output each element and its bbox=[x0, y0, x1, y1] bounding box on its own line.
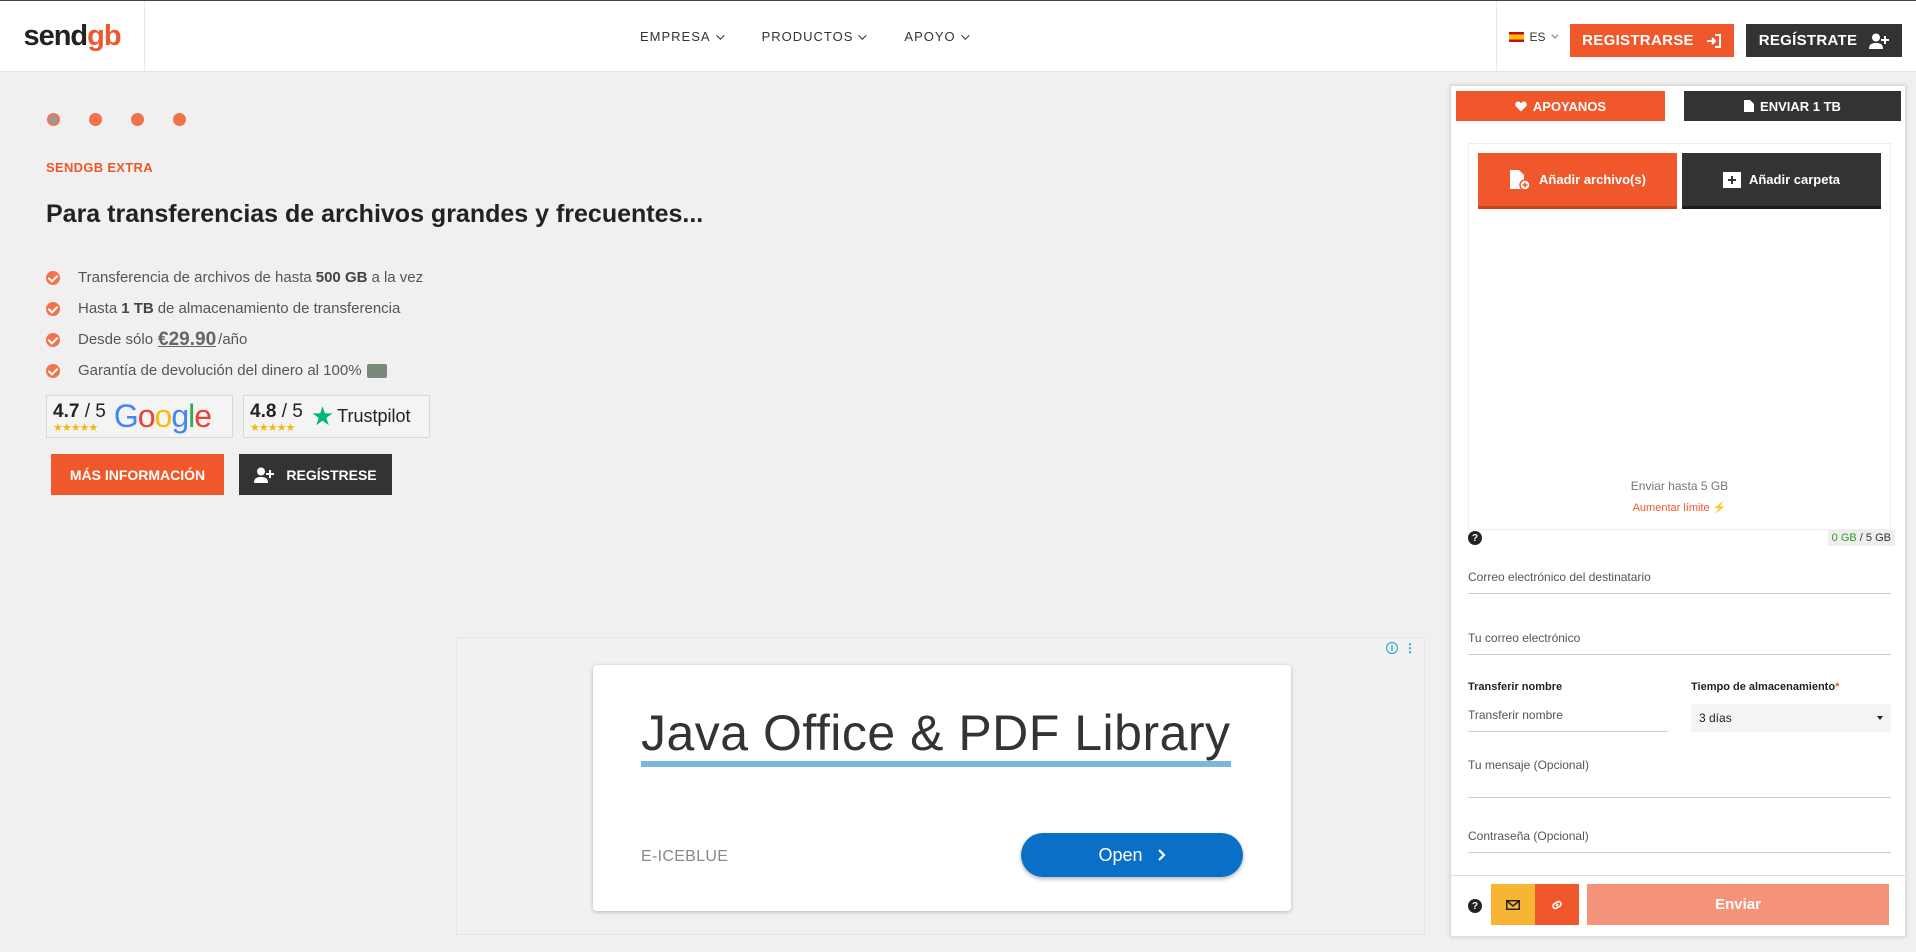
add-folder-button[interactable]: Añadir carpeta bbox=[1682, 153, 1881, 209]
bolt-icon: ⚡ bbox=[1712, 502, 1727, 514]
transfer-name-field[interactable]: Transferir nombre bbox=[1468, 708, 1668, 732]
language-code: ES bbox=[1529, 29, 1546, 44]
check-circle-icon bbox=[46, 332, 60, 347]
ad-brand: E-ICEBLUE bbox=[641, 848, 729, 865]
info-icon[interactable]: i bbox=[1386, 642, 1398, 654]
more-info-button[interactable]: MÁS INFORMACIÓN bbox=[51, 454, 224, 495]
storage-time-select[interactable]: 3 días bbox=[1691, 704, 1891, 732]
carousel-dot[interactable] bbox=[47, 113, 60, 126]
password-field[interactable]: Contraseña (Opcional) bbox=[1468, 829, 1891, 853]
nav-item-apoyo[interactable]: APOYO bbox=[904, 29, 970, 44]
support-button[interactable]: APOYANOS bbox=[1456, 91, 1665, 121]
message-field[interactable]: Tu mensaje (Opcional) bbox=[1468, 758, 1891, 798]
stars-icon: ★★★★★ bbox=[53, 421, 98, 434]
envelope-icon bbox=[1506, 899, 1520, 910]
hero-headline: Para transferencias de archivos grandes … bbox=[46, 200, 704, 228]
carousel-dot[interactable] bbox=[173, 113, 186, 126]
star-icon: ★ bbox=[310, 401, 335, 431]
user-plus-icon bbox=[1869, 33, 1890, 49]
send-limit-text: Enviar hasta 5 GB bbox=[1630, 479, 1729, 493]
help-icon[interactable]: ? bbox=[1468, 899, 1482, 913]
trustpilot-logo: ★ Trustpilot bbox=[310, 401, 411, 431]
recipient-email-field[interactable]: Correo electrónico del destinatario bbox=[1468, 570, 1891, 594]
link-icon bbox=[1552, 900, 1562, 909]
carousel-dot[interactable] bbox=[131, 113, 144, 126]
google-rating[interactable]: 4.7 / 5 ★★★★★ Google bbox=[46, 395, 233, 438]
logo[interactable]: sendgb bbox=[0, 1, 145, 72]
price-link[interactable]: €29.90 bbox=[158, 329, 216, 351]
email-mode-button[interactable] bbox=[1491, 884, 1535, 925]
check-circle-icon bbox=[46, 363, 60, 378]
logo-accent: gb bbox=[87, 20, 121, 52]
user-plus-icon bbox=[254, 467, 275, 483]
send-1tb-button[interactable]: ENVIAR 1 TB bbox=[1684, 91, 1901, 121]
language-selector[interactable]: ES bbox=[1496, 1, 1568, 72]
raise-limit-link[interactable]: Aumentar límite ⚡ bbox=[1469, 501, 1890, 514]
panel-footer: ? Enviar bbox=[1451, 875, 1905, 936]
add-files-button[interactable]: Añadir archivo(s) bbox=[1478, 153, 1677, 209]
register-hero-button[interactable]: REGÍSTRESE bbox=[239, 454, 392, 495]
carousel-dot[interactable] bbox=[89, 113, 102, 126]
rating-score: 4.8 bbox=[250, 400, 277, 422]
caret-down-icon bbox=[1877, 716, 1883, 720]
help-icon[interactable]: ? bbox=[1468, 531, 1482, 545]
folder-add-icon bbox=[1722, 171, 1741, 188]
storage-time-label: Tiempo de almacenamiento* bbox=[1691, 681, 1840, 693]
carousel-dots bbox=[47, 113, 186, 126]
nav-item-productos[interactable]: PRODUCTOS bbox=[762, 29, 868, 44]
link-mode-button[interactable] bbox=[1535, 884, 1579, 925]
file-icon bbox=[1744, 100, 1755, 112]
check-circle-icon bbox=[46, 270, 60, 285]
money-icon bbox=[366, 363, 387, 378]
ad-card[interactable]: Java Office & PDF Library E-ICEBLUE Open bbox=[593, 665, 1291, 911]
signup-button[interactable]: REGÍSTRATE bbox=[1746, 24, 1902, 57]
upload-panel: APOYANOS ENVIAR 1 TB Añadir archivo(s) A… bbox=[1450, 85, 1906, 937]
logo-text: send bbox=[23, 20, 88, 52]
hero-kicker: SENDGB EXTRA bbox=[46, 160, 153, 175]
rating-score: 4.7 bbox=[53, 400, 80, 422]
file-drop-zone[interactable]: Añadir archivo(s) Añadir carpeta Enviar … bbox=[1468, 143, 1891, 530]
google-logo: Google bbox=[113, 398, 212, 434]
nav-item-empresa[interactable]: EMPRESA bbox=[640, 29, 725, 44]
sign-in-icon bbox=[1706, 33, 1721, 48]
stars-icon: ★★★★★ bbox=[250, 421, 295, 434]
chevron-down-icon bbox=[858, 30, 868, 40]
spain-flag-icon bbox=[1509, 31, 1525, 42]
site-header: sendgb EMPRESA PRODUCTOS APOYO ES REGIST… bbox=[0, 0, 1916, 72]
chevron-down-icon bbox=[960, 30, 970, 40]
ad-banner: i ⋮ Java Office & PDF Library E-ICEBLUE … bbox=[456, 637, 1425, 935]
ad-open-button[interactable]: Open bbox=[1021, 833, 1243, 877]
trustpilot-rating[interactable]: 4.8 / 5 ★★★★★ ★ Trustpilot bbox=[243, 395, 430, 438]
chevron-right-icon bbox=[1157, 849, 1166, 861]
check-circle-icon bbox=[46, 301, 60, 316]
storage-usage: 0 GB / 5 GB bbox=[1827, 530, 1895, 546]
feature-item: Hasta 1 TB de almacenamiento de transfer… bbox=[46, 293, 423, 324]
transfer-name-label: Transferir nombre bbox=[1468, 681, 1563, 693]
file-add-icon bbox=[1510, 169, 1531, 191]
send-button[interactable]: Enviar bbox=[1587, 884, 1889, 925]
main-nav: EMPRESA PRODUCTOS APOYO bbox=[640, 1, 970, 72]
chevron-down-icon bbox=[1550, 31, 1558, 39]
feature-item: Transferencia de archivos de hasta 500 G… bbox=[46, 262, 423, 293]
more-options-icon[interactable]: ⋮ bbox=[1404, 641, 1416, 655]
feature-item: Garantía de devolución del dinero al 100… bbox=[46, 355, 423, 386]
chevron-down-icon bbox=[715, 30, 725, 40]
feature-item: Desde sólo €29.90 /año bbox=[46, 324, 423, 355]
ad-title: Java Office & PDF Library bbox=[641, 705, 1231, 767]
your-email-field[interactable]: Tu correo electrónico bbox=[1468, 631, 1891, 655]
feature-list: Transferencia de archivos de hasta 500 G… bbox=[46, 262, 423, 386]
heart-icon bbox=[1515, 101, 1527, 111]
register-button[interactable]: REGISTRARSE bbox=[1570, 24, 1734, 57]
